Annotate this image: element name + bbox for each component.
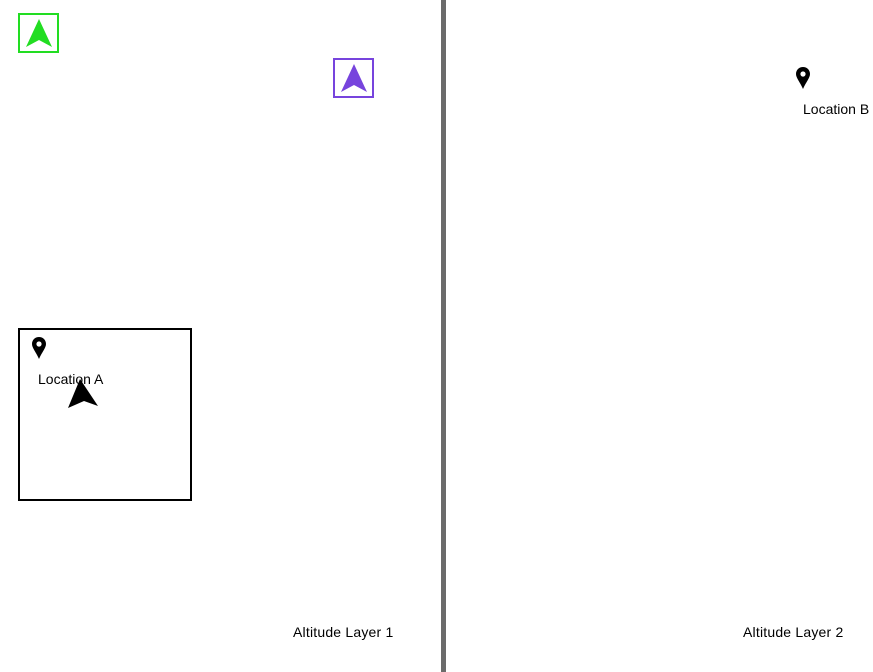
green-agent-marker[interactable] — [18, 13, 59, 53]
location-b-label: Location B — [803, 101, 870, 117]
altitude-layer-2: Location B Altitude Layer 2 — [446, 0, 873, 672]
navigation-arrow-icon — [26, 19, 52, 47]
altitude-layer-2-label: Altitude Layer 2 — [743, 624, 844, 640]
player-navigation-arrow-icon[interactable] — [66, 377, 100, 411]
purple-agent-marker[interactable] — [333, 58, 374, 98]
navigation-arrow-icon — [341, 64, 367, 92]
altitude-layer-1: Location A Altitude Layer 1 — [0, 0, 441, 672]
map-pin-icon[interactable] — [796, 67, 810, 89]
game-map: Location A Altitude Layer 1 Location B A… — [0, 0, 873, 672]
altitude-layer-1-label: Altitude Layer 1 — [293, 624, 394, 640]
map-pin-icon[interactable] — [32, 337, 46, 359]
